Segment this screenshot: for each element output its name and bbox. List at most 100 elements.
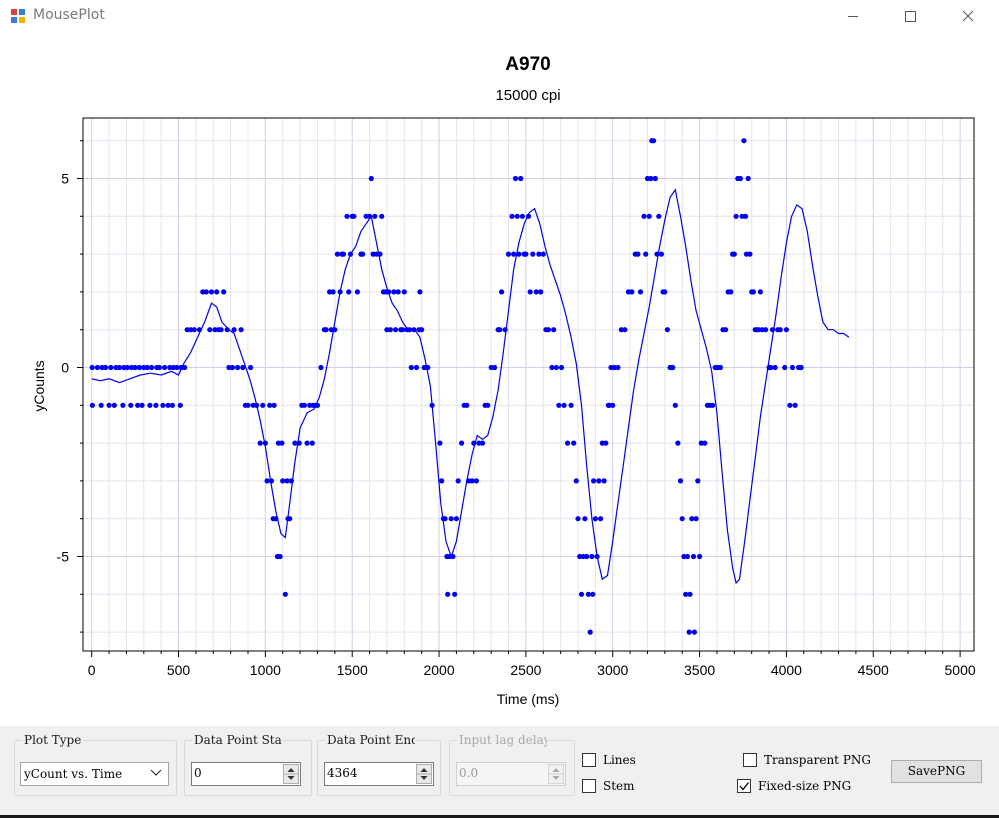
data-point [622, 327, 628, 333]
data-point [702, 440, 708, 446]
data-start-value: 0 [194, 766, 202, 780]
data-point [747, 251, 753, 257]
chart: A970 15000 cpi 0 500 1000 1500 2000 2500 3000 3… [31, 54, 976, 707]
data-point [731, 251, 737, 257]
data-point [268, 478, 274, 484]
data-point [196, 327, 202, 333]
data-point [741, 138, 747, 144]
data-point [565, 440, 571, 446]
close-button[interactable] [945, 0, 991, 32]
stem-label: Stem [603, 779, 635, 793]
series-line-path [91, 188, 850, 585]
data-point [641, 213, 647, 219]
x-axis: 0 500 1000 1500 2000 2500 3000 3500 4000 4500 5000 [88, 651, 976, 678]
y-axis-label: yCounts [31, 360, 47, 411]
data-point [203, 289, 209, 295]
data-point [287, 516, 293, 522]
input-lag-label: Input lag delay [457, 734, 547, 747]
stem-checkbox[interactable] [582, 779, 596, 793]
data-point [710, 402, 716, 408]
x-tick-label: 0 [88, 662, 96, 678]
chart-subtitle: 15000 cpi [495, 87, 560, 104]
data-end-input[interactable]: 4364 [324, 762, 434, 786]
input-lag-spinner[interactable] [548, 764, 564, 784]
minimize-button[interactable] [830, 0, 876, 32]
data-point [89, 402, 95, 408]
data-point [590, 591, 596, 597]
data-point [492, 364, 498, 371]
data-point [120, 402, 126, 408]
data-point [419, 327, 425, 333]
data-point [452, 591, 458, 597]
data-point [591, 478, 597, 484]
data-point [516, 251, 522, 257]
data-point [401, 289, 407, 295]
maximize-icon [905, 11, 916, 22]
x-tick-label: 3500 [684, 662, 715, 678]
data-point [662, 289, 668, 295]
data-point [238, 327, 244, 333]
data-point [787, 402, 793, 408]
data-start-input[interactable]: 0 [191, 762, 301, 786]
spinner-arrows-icon [417, 768, 431, 780]
data-point [573, 478, 579, 484]
data-point [690, 553, 697, 560]
plot-type-select[interactable]: yCount vs. Time [20, 762, 169, 786]
data-point [207, 327, 213, 333]
data-point [772, 364, 778, 371]
plot-type-value: yCount vs. Time [24, 767, 123, 781]
chart-title: A970 [505, 54, 550, 75]
transparent-png-checkbox[interactable] [743, 753, 757, 767]
data-point [571, 440, 577, 446]
x-tick-label: 500 [167, 662, 191, 678]
data-start-spinner[interactable] [283, 764, 299, 784]
data-point [260, 402, 266, 408]
data-point [561, 402, 567, 408]
checkmark-icon [739, 782, 750, 791]
data-end-group: Data Point End 4364 [317, 734, 441, 796]
data-point [750, 289, 757, 295]
data-point [288, 478, 294, 484]
data-point [723, 327, 729, 333]
data-start-group: Data Point Start 0 [184, 734, 312, 796]
lines-label: Lines [603, 753, 636, 767]
plot-type-label: Plot Type [22, 734, 84, 747]
lines-checkbox[interactable] [582, 753, 596, 767]
series-line [91, 188, 850, 585]
data-point [592, 516, 599, 522]
input-lag-input[interactable]: 0.0 [456, 762, 566, 786]
data-point [473, 478, 479, 484]
data-point [248, 364, 254, 371]
data-point [89, 364, 95, 371]
data-point [340, 251, 347, 257]
data-end-spinner[interactable] [416, 764, 432, 784]
data-point [556, 402, 562, 408]
data-point [439, 478, 445, 484]
fixed-size-png-checkbox[interactable] [737, 779, 751, 793]
data-point [177, 402, 183, 408]
data-point [417, 289, 423, 295]
data-point [798, 364, 804, 371]
data-point [512, 175, 519, 182]
data-point [782, 364, 788, 371]
data-point [672, 402, 678, 408]
data-point [497, 327, 503, 333]
data-point [408, 364, 414, 371]
data-point [656, 213, 662, 219]
data-point [538, 289, 544, 295]
data-point [386, 289, 392, 295]
data-point [471, 440, 477, 446]
data-point [523, 251, 529, 257]
data-point [598, 516, 604, 522]
data-point [693, 516, 699, 522]
data-point [108, 364, 114, 371]
data-point [116, 364, 123, 371]
maximize-button[interactable] [887, 0, 933, 32]
data-point [304, 440, 310, 446]
data-point [169, 402, 175, 408]
data-point [156, 364, 162, 371]
data-point [314, 402, 321, 408]
data-point [453, 516, 459, 522]
data-point [691, 629, 698, 635]
save-png-button[interactable]: SavePNG [891, 760, 982, 783]
